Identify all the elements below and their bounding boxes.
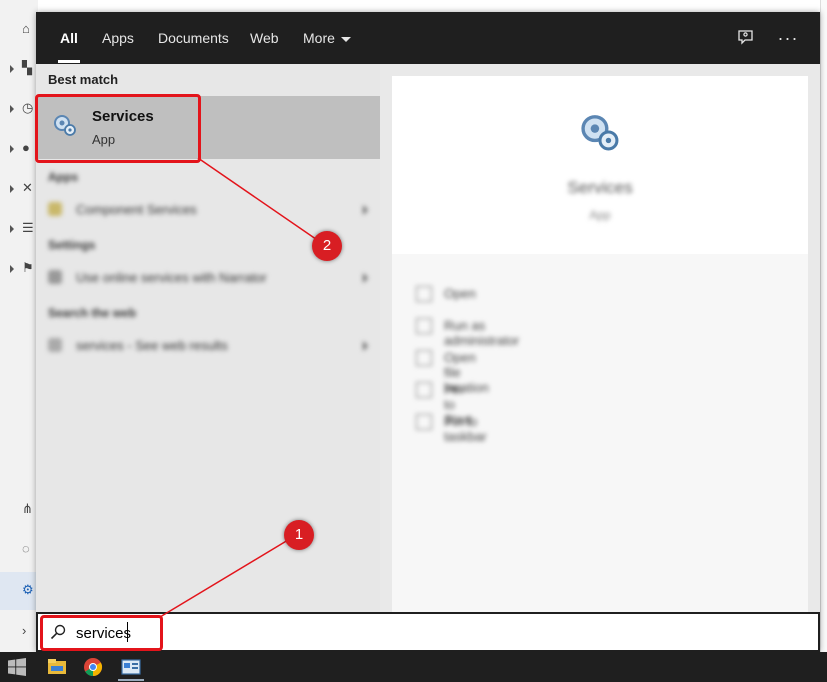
person-icon[interactable]: ● [22,141,36,155]
chevron-right-icon [363,273,368,283]
tab-all[interactable]: All [60,29,78,47]
preview-type: App [589,208,611,222]
shield-icon [416,318,432,334]
active-app-indicator [118,679,144,681]
web-section-heading: Search the web [48,306,137,320]
pin-icon [416,414,432,430]
file-explorer-icon[interactable] [46,656,68,678]
active-tab-indicator [58,60,80,63]
tab-documents[interactable]: Documents [158,29,229,47]
chevron-right-icon [363,205,368,215]
file-icon [416,350,432,366]
open-icon [416,286,432,302]
tab-apps[interactable]: Apps [102,29,134,47]
web-search-icon [48,338,62,352]
tab-more[interactable]: More [303,29,351,47]
component-services-icon [48,202,62,216]
best-match-highlight [35,94,201,163]
share-icon[interactable]: ⋔ [22,502,36,516]
preview-pane: Services App Open Run as administrator O… [392,76,808,612]
expand-arrow-icon[interactable] [10,105,14,113]
taskbar [0,652,827,682]
pin-icon [416,382,432,398]
lightbulb-icon[interactable]: ◌ [22,542,36,556]
chrome-icon[interactable] [82,656,104,678]
preview-header: Services App [392,76,808,254]
expand-arrow-icon[interactable] [10,65,14,73]
list-item[interactable]: services - See web results [48,336,368,356]
feedback-icon[interactable] [734,26,758,50]
best-match-heading: Best match [48,72,119,87]
network-icon[interactable]: ✕ [22,181,36,195]
tab-web[interactable]: Web [250,29,279,47]
chevron-right-icon[interactable]: › [22,624,36,638]
step-badge-2: 2 [312,231,342,261]
expand-arrow-icon[interactable] [10,185,14,193]
search-tabs-bar: All Apps Documents Web More ··· [36,12,820,64]
chevron-right-icon [363,341,368,351]
settings-nav-selected[interactable]: ⚙ [0,572,38,610]
apps-section-heading: Apps [48,170,78,184]
list-item[interactable]: Use online services with Narrator [48,268,368,288]
services-gear-icon [581,115,619,151]
flag-icon[interactable]: ⚑ [22,261,36,275]
narrator-icon [48,270,62,284]
home-icon[interactable]: ⌂ [22,22,36,36]
expand-arrow-icon[interactable] [10,145,14,153]
list-icon[interactable]: ☰ [22,221,36,235]
gear-icon: ⚙ [22,582,34,597]
background-nav-pane: ⌂ ▚ ◷ ● ✕ ☰ ⚑ ⋔ ◌ ⚙ › [0,0,38,652]
preview-title: Services [567,178,633,197]
search-highlight [40,615,163,651]
control-panel-icon[interactable] [120,656,142,678]
step-badge-1: 1 [284,520,314,550]
time-icon[interactable]: ◷ [22,101,36,115]
search-input[interactable] [76,622,776,644]
windows-start-icon[interactable] [8,658,26,676]
tab-more-label: More [303,30,335,46]
expand-arrow-icon[interactable] [10,265,14,273]
settings-section-heading: Settings [48,238,96,252]
background-scroll-edge [820,0,827,652]
list-item[interactable]: Component Services [48,200,368,220]
expand-arrow-icon[interactable] [10,225,14,233]
more-options-icon[interactable]: ··· [776,26,800,50]
caret-down-icon [340,36,351,42]
apps-grid-icon[interactable]: ▚ [22,61,36,75]
